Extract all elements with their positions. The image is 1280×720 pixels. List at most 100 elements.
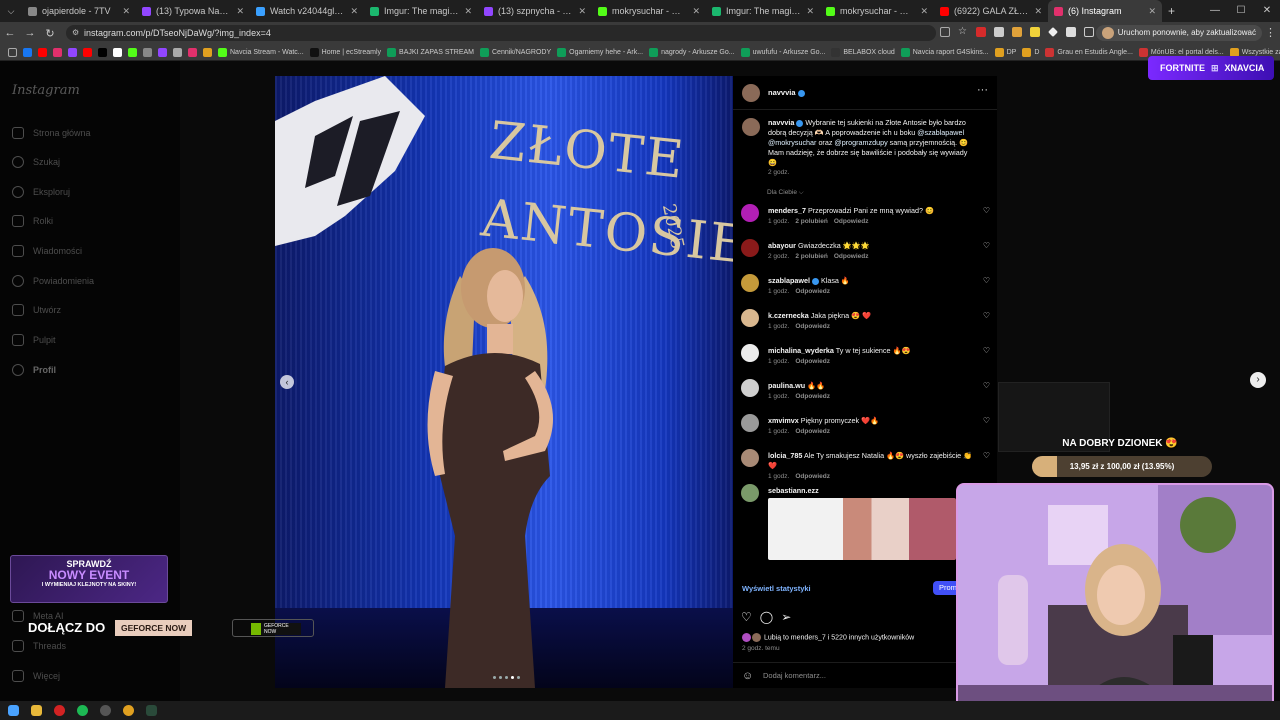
cast-icon[interactable] <box>940 27 950 37</box>
forward-arrow-icon[interactable]: → <box>20 27 40 39</box>
instagram-logo[interactable]: Instagram <box>12 83 80 98</box>
bookmark-site-icon[interactable] <box>113 47 122 57</box>
commenter-avatar[interactable] <box>741 379 759 397</box>
commenter-username[interactable]: xmvimvx <box>768 416 799 425</box>
bookmark-item[interactable]: Navcia raport G4Skins... <box>900 47 989 57</box>
commenter-username[interactable]: abayour <box>768 241 796 250</box>
commenter-username[interactable]: szablapawel <box>768 276 810 285</box>
bookmark-star-icon[interactable]: ☆ <box>958 27 968 37</box>
close-tab-icon[interactable]: ✕ <box>350 6 358 17</box>
nav-item-search[interactable]: Szukaj <box>12 153 60 171</box>
reload-icon[interactable]: ↻ <box>40 27 60 40</box>
comment-bubble-icon[interactable]: ◯ <box>760 610 773 624</box>
browser-tab[interactable]: Imgur: The magic of the Intern ✕ <box>364 0 478 22</box>
extension-icon-white[interactable] <box>994 27 1004 37</box>
nav-item-dashboard[interactable]: Pulpit <box>12 331 56 349</box>
close-tab-icon[interactable]: ✕ <box>1148 6 1156 17</box>
site-info-icon[interactable]: ⚙ <box>72 25 79 41</box>
bookmark-item[interactable]: Navcia Stream - Watc... <box>218 47 304 57</box>
comment-like-heart-icon[interactable]: ♡ <box>983 276 990 286</box>
reply-button[interactable]: Odpowiedz <box>795 288 830 295</box>
comment-likes-link[interactable]: 2 polubień <box>795 218 828 225</box>
bookmark-site-icon[interactable] <box>173 47 182 57</box>
nav-item-messenger[interactable]: Wiadomości <box>12 242 82 260</box>
comment-like-heart-icon[interactable]: ♡ <box>983 451 990 461</box>
nav-item-home[interactable]: Strona główna <box>12 124 91 142</box>
update-chrome-button[interactable]: Uruchom ponownie, aby zaktualizować <box>1095 25 1262 41</box>
bookmark-item[interactable]: nagrody - Arkusze Go... <box>649 47 735 57</box>
author-username[interactable]: navvvia <box>768 88 796 97</box>
reply-button[interactable]: Odpowiedz <box>795 323 830 330</box>
minimize-button[interactable]: — <box>1202 0 1228 22</box>
extension-icon-pen[interactable] <box>1012 27 1022 37</box>
next-post-button[interactable]: › <box>1250 372 1266 388</box>
commenter-avatar[interactable] <box>741 239 759 257</box>
bookmark-site-icon[interactable] <box>23 47 32 57</box>
extension-icon-bars[interactable] <box>1066 27 1076 37</box>
spotify-icon[interactable] <box>77 705 88 716</box>
mention-link[interactable]: @mokrysuchar <box>768 138 816 147</box>
nav-item-reels[interactable]: Rolki <box>12 212 53 230</box>
close-tab-icon[interactable]: ✕ <box>578 6 586 17</box>
bookmark-item[interactable]: Ogarniemy hehe - Ark... <box>557 47 643 57</box>
bookmark-site-icon[interactable] <box>68 47 77 57</box>
browser-tab[interactable]: mokrysuchar - Watch the VOD ✕ <box>592 0 706 22</box>
nav-item-menu[interactable]: Więcej <box>12 667 60 685</box>
commenter-username[interactable]: k.czernecka <box>768 311 809 320</box>
windows-start-icon[interactable] <box>8 705 19 716</box>
event-promo-banner[interactable]: SPRAWDŹ NOWY EVENT I WYMIENIAJ KLEJNOTY … <box>10 555 168 603</box>
commenter-avatar[interactable] <box>741 204 759 222</box>
comment-like-heart-icon[interactable]: ♡ <box>983 381 990 391</box>
bookmark-item[interactable]: BAJKI ZAPAS STREAM <box>387 47 474 57</box>
post-image[interactable]: ZŁOTE ANTOSIE 2025 <box>275 76 733 688</box>
share-send-icon[interactable]: ➢ <box>781 610 791 624</box>
bookmark-site-icon[interactable] <box>203 47 212 57</box>
caption-author-name[interactable]: navvvia <box>768 118 794 127</box>
close-tab-icon[interactable]: ✕ <box>122 6 130 17</box>
caption-author-avatar[interactable] <box>742 118 760 136</box>
commenter-avatar[interactable] <box>741 309 759 327</box>
bookmark-site-icon[interactable] <box>38 47 47 57</box>
nav-item-profile[interactable]: Profil <box>12 361 56 379</box>
mention-link[interactable]: @szablapawel <box>917 128 964 137</box>
close-window-button[interactable]: ✕ <box>1254 0 1280 22</box>
bookmark-site-icon[interactable] <box>83 47 92 57</box>
browser-menu-icon[interactable]: ⋮ <box>1265 26 1276 39</box>
geforce-now-banner[interactable]: DOŁĄCZ DO GEFORCE NOW GEFORCE NOW <box>18 616 314 640</box>
bookmark-site-icon[interactable] <box>98 47 107 57</box>
close-tab-icon[interactable]: ✕ <box>692 6 700 17</box>
commenter-username[interactable]: lolcia_785 <box>768 451 802 460</box>
bookmark-site-icon[interactable] <box>158 47 167 57</box>
nav-item-plus[interactable]: Utwórz <box>12 301 61 319</box>
close-tab-icon[interactable]: ✕ <box>806 6 814 17</box>
bookmark-item[interactable]: Cennik/NAGRODY <box>480 47 551 57</box>
commenter-avatar[interactable] <box>741 344 759 362</box>
browser-tab[interactable]: (13) Typowa Navcia xD - Twitch ✕ <box>136 0 250 22</box>
view-stats-link[interactable]: Wyświetl statystyki <box>742 584 811 593</box>
extension-icon-yellow[interactable] <box>1030 27 1040 37</box>
url-bar[interactable]: ⚙ instagram.com/p/DTseoNjDaWg/?img_index… <box>66 25 936 41</box>
comment-like-heart-icon[interactable]: ♡ <box>983 206 990 216</box>
comment-like-heart-icon[interactable]: ♡ <box>983 416 990 426</box>
bookmark-item[interactable]: D <box>1022 47 1039 57</box>
bookmark-item[interactable]: uwufufu - Arkusze Go... <box>740 47 825 57</box>
bookmark-site-icon[interactable] <box>53 47 62 57</box>
extension-icon-red[interactable] <box>976 27 986 37</box>
browser-tab[interactable]: mokrysuchar - Watch the VOD ✕ <box>820 0 934 22</box>
commenter-username[interactable]: michalina_wyderka <box>768 346 834 355</box>
browser-tab[interactable]: (6) Instagram ✕ <box>1048 0 1162 22</box>
maximize-button[interactable]: ☐ <box>1228 0 1254 22</box>
bookmark-item[interactable]: DP <box>994 47 1016 57</box>
reply-button[interactable]: Odpowiedz <box>834 218 869 225</box>
mention-link[interactable]: @programzdupy <box>834 138 887 147</box>
bookmark-item[interactable]: Grau en Estudis Angle... <box>1045 47 1133 57</box>
reply-button[interactable]: Odpowiedz <box>795 393 830 400</box>
comment-sort-dropdown[interactable]: Dla Ciebie ⌵ <box>767 189 804 197</box>
commenter-username[interactable]: paulina.wu <box>768 381 805 390</box>
reply-button[interactable]: Odpowiedz <box>795 428 830 435</box>
opera-icon[interactable] <box>54 705 65 716</box>
new-tab-button[interactable]: + <box>1168 4 1175 18</box>
browser-tab[interactable]: Watch v24044gl0000d5mt137...✕ <box>250 0 364 22</box>
nav-item-compass[interactable]: Eksploruj <box>12 183 70 201</box>
tab-menu-icon[interactable]: ⌵ <box>0 6 22 17</box>
